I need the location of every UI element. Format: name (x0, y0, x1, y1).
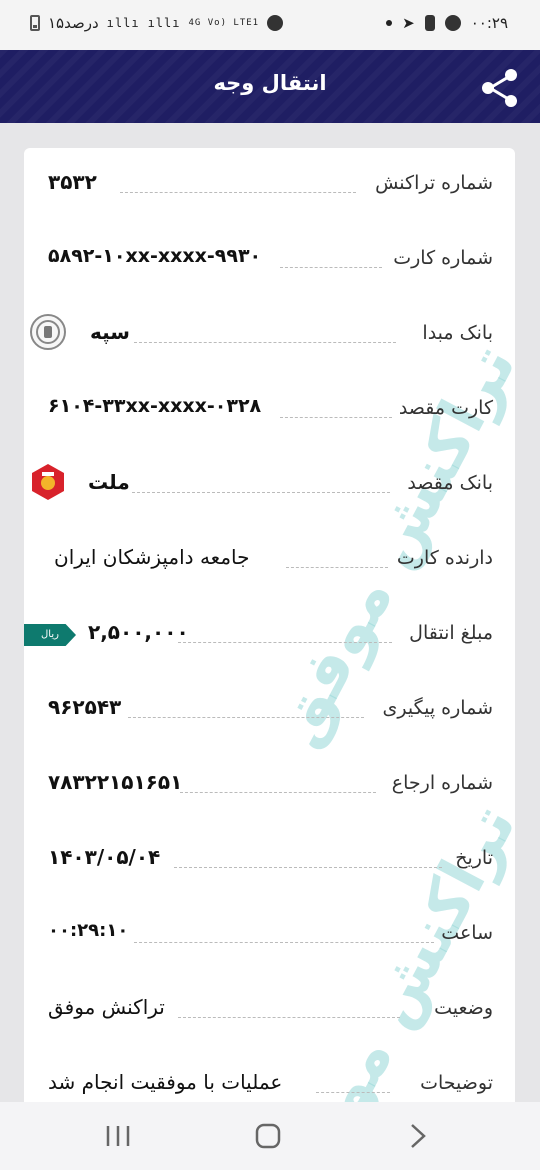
back-icon (411, 1124, 426, 1148)
back-button[interactable] (398, 1118, 438, 1154)
row-value: سپه (90, 320, 130, 344)
battery-icon (30, 15, 40, 31)
row-description: توضیحات عملیات با موفقیت انجام شد (24, 1064, 515, 1104)
row-label: بانک مقصد (407, 472, 493, 494)
dotted-leader (132, 492, 390, 493)
status-left: ۱۵درصد ıllı ıllı 4G Vo) LTE1 (30, 14, 284, 32)
row-value: ۳۵۳۲ (48, 170, 97, 194)
row-label: شماره ارجاع (391, 772, 493, 794)
row-amount: مبلغ انتقال ۲,۵۰۰,۰۰۰ (24, 614, 515, 654)
row-destination-card: کارت مقصد ۶۱۰۴-۳۳xx-xxxx-۰۳۲۸ (24, 389, 515, 429)
app-icon (424, 15, 435, 31)
status-bar: ۱۵درصد ıllı ıllı 4G Vo) LTE1 ➤ ۰۰:۲۹ (0, 0, 540, 50)
battery-text: ۱۵درصد (48, 14, 99, 32)
row-label: شماره کارت (393, 247, 493, 269)
dotted-leader (178, 642, 392, 643)
row-label: شماره تراکنش (375, 172, 493, 194)
row-value: ۵۸۹۲-۱۰xx-xxxx-۹۹۳۰ (48, 245, 262, 267)
row-value: عملیات با موفقیت انجام شد (48, 1070, 283, 1094)
row-label: مبلغ انتقال (409, 622, 493, 644)
signal-icon-2: ıllı (147, 16, 181, 30)
dotted-leader (134, 942, 434, 943)
row-label: ساعت (441, 922, 493, 944)
row-source-bank: بانک مبدا سپه (24, 314, 515, 354)
row-value: ۱۴۰۳/۰۵/۰۴ (48, 845, 161, 869)
row-destination-bank: بانک مقصد ملت (24, 464, 515, 504)
row-label: بانک مبدا (422, 322, 493, 344)
home-icon (255, 1123, 281, 1149)
receipt-card: تراکنش موفق تراکنش موفق شماره تراکنش ۳۵۳… (24, 148, 515, 1108)
alarm-icon (267, 15, 284, 31)
row-card-holder: دارنده کارت جامعه دامپزشکان ایران (24, 539, 515, 579)
dotted-leader (280, 417, 392, 418)
row-tracking-number: شماره پیگیری ۹۶۲۵۴۳ (24, 689, 515, 729)
row-value: ۰۰:۲۹:۱۰ (48, 920, 129, 941)
row-status: وضعیت تراکنش موفق (24, 989, 515, 1029)
row-value: ملت (88, 470, 130, 494)
row-label: تاریخ (455, 847, 493, 869)
dotted-leader (280, 267, 382, 268)
row-value: ۹۶۲۵۴۳ (48, 695, 122, 719)
currency-badge: ریال (24, 624, 76, 646)
app-bar: انتقال وجه (0, 50, 540, 123)
row-value: ۷۸۳۲۲۱۵۱۶۵۱ (48, 770, 183, 794)
sepah-bank-logo (30, 314, 66, 350)
dotted-leader (120, 192, 356, 193)
system-nav-bar (0, 1102, 540, 1170)
row-value: ۶۱۰۴-۳۳xx-xxxx-۰۳۲۸ (48, 395, 262, 417)
dotted-leader (174, 867, 442, 868)
home-button[interactable] (248, 1118, 288, 1154)
row-transaction-number: شماره تراکنش ۳۵۳۲ (24, 164, 515, 204)
share-button[interactable] (478, 66, 522, 110)
row-card-number: شماره کارت ۵۸۹۲-۱۰xx-xxxx-۹۹۳۰ (24, 239, 515, 279)
row-time: ساعت ۰۰:۲۹:۱۰ (24, 914, 515, 954)
dotted-leader (316, 1092, 390, 1093)
row-value: تراکنش موفق (48, 995, 165, 1019)
row-date: تاریخ ۱۴۰۳/۰۵/۰۴ (24, 839, 515, 879)
clock: ۰۰:۲۹ (470, 14, 508, 32)
row-value: جامعه دامپزشکان ایران (54, 545, 250, 569)
dotted-leader (128, 717, 364, 718)
row-label: شماره پیگیری (382, 697, 493, 719)
row-reference-number: شماره ارجاع ۷۸۳۲۲۱۵۱۶۵۱ (24, 764, 515, 804)
mellat-bank-logo (32, 464, 64, 500)
share-icon (482, 69, 517, 107)
notification-dot-icon (386, 20, 393, 26)
row-label: دارنده کارت (396, 547, 493, 569)
page-title: انتقال وجه (213, 71, 327, 95)
message-icon (444, 15, 461, 31)
recent-apps-button[interactable] (98, 1118, 138, 1154)
row-value: ۲,۵۰۰,۰۰۰ (88, 620, 189, 644)
recent-apps-icon (106, 1126, 130, 1146)
dotted-leader (178, 1017, 400, 1018)
telegram-icon: ➤ (402, 14, 415, 32)
dotted-leader (134, 342, 396, 343)
signal-icon: ıllı (106, 16, 140, 30)
dotted-leader (180, 792, 376, 793)
network-label: 4G Vo) LTE1 (188, 17, 260, 28)
row-label: توضیحات (420, 1072, 493, 1094)
status-right: ➤ ۰۰:۲۹ (386, 14, 508, 32)
row-label: کارت مقصد (398, 397, 493, 419)
dotted-leader (286, 567, 388, 568)
row-label: وضعیت (434, 997, 493, 1019)
